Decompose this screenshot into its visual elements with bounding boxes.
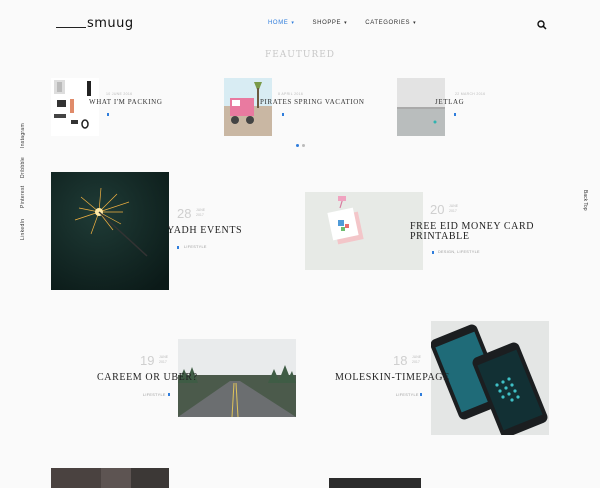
post-category[interactable]: DESIGN, LIFESTYLE (438, 250, 480, 254)
featured-thumb (51, 78, 99, 136)
featured-marker (282, 113, 284, 116)
post-title[interactable]: CAREEM OR UBER? (97, 373, 198, 383)
post-month: JUNE (449, 204, 459, 208)
nav-home[interactable]: HOME ▾ (268, 20, 295, 26)
nav-shoppe[interactable]: SHOPPE ▾ (313, 20, 348, 26)
post-day: 20 (430, 202, 445, 217)
search-icon[interactable] (537, 20, 547, 30)
site-logo[interactable]: smuug (56, 16, 133, 34)
featured-thumb (224, 78, 272, 136)
post-title[interactable]: FREE EID MONEY CARD PRINTABLE (410, 222, 534, 242)
main-nav: HOME ▾ SHOPPE ▾ CATEGORIES ▾ (268, 20, 416, 26)
post-month: JUNE (196, 208, 206, 212)
chevron-down-icon: ▾ (344, 20, 348, 26)
social-instagram[interactable]: Instagram (20, 123, 26, 148)
post-title[interactable]: MOLESKIN-TIMEPAGE (335, 373, 450, 383)
post-category-marker (432, 251, 434, 254)
featured-item[interactable]: 22 MARCH 2016 JETLAG (397, 78, 547, 138)
featured-marker (454, 113, 456, 116)
post-category-marker (168, 393, 170, 396)
nav-home-label: HOME (268, 20, 289, 26)
featured-date: 10 JUNE 2016 (106, 92, 133, 96)
social-linkedin[interactable]: LinkedIn (20, 219, 26, 240)
post-year: 2017 (159, 360, 167, 364)
post-image[interactable] (51, 468, 169, 488)
slider-dots (296, 144, 305, 147)
featured-heading: FEAUTURED (264, 50, 336, 60)
post-image[interactable] (305, 478, 423, 488)
post-category[interactable]: LIFESTYLE (184, 245, 207, 249)
post-month: JUNE (412, 355, 422, 359)
nav-categories[interactable]: CATEGORIES ▾ (365, 20, 416, 26)
slider-dot[interactable] (302, 144, 305, 147)
logo-line (56, 27, 86, 28)
featured-item[interactable]: 8 APRIL 2016 PIRATES SPRING VACATION (224, 78, 374, 138)
logo-text: smuug (87, 16, 134, 31)
nav-categories-label: CATEGORIES (365, 20, 411, 26)
nav-shoppe-label: SHOPPE (312, 20, 342, 26)
post-year: 2017 (449, 209, 457, 213)
post-day: 18 (393, 353, 408, 368)
post-category-marker (420, 393, 422, 396)
post-title[interactable]: YADH EVENTS (167, 226, 242, 236)
post-year: 2017 (196, 213, 204, 217)
featured-date: 8 APRIL 2016 (278, 92, 304, 96)
featured-title[interactable]: WHAT I'M PACKING (89, 98, 162, 106)
post-category[interactable]: LIFESTYLE (396, 393, 419, 397)
featured-marker (107, 113, 109, 116)
chevron-down-icon: ▾ (413, 20, 417, 26)
post-day: 19 (140, 353, 155, 368)
post-image[interactable] (51, 172, 169, 290)
featured-title[interactable]: PIRATES SPRING VACATION (260, 98, 365, 106)
post-month: JUNE (159, 355, 169, 359)
social-pinterest[interactable]: Pinterest (20, 186, 26, 208)
post-category[interactable]: LIFESTYLE (143, 393, 166, 397)
chevron-down-icon: ▾ (291, 20, 295, 26)
slider-dot-active[interactable] (296, 144, 299, 147)
featured-date: 22 MARCH 2016 (455, 92, 486, 96)
back-to-top-link[interactable]: Back Top (582, 190, 588, 210)
featured-title[interactable]: JETLAG (435, 98, 464, 106)
post-category-marker (177, 246, 179, 249)
social-dribbble[interactable]: Dribbble (20, 157, 26, 178)
post-image[interactable] (305, 192, 423, 270)
featured-item[interactable]: 10 JUNE 2016 WHAT I'M PACKING (51, 78, 201, 138)
post-day: 28 (177, 206, 192, 221)
featured-thumb (397, 78, 445, 136)
post-title-line: PRINTABLE (410, 231, 470, 242)
post-year: 2017 (412, 360, 420, 364)
